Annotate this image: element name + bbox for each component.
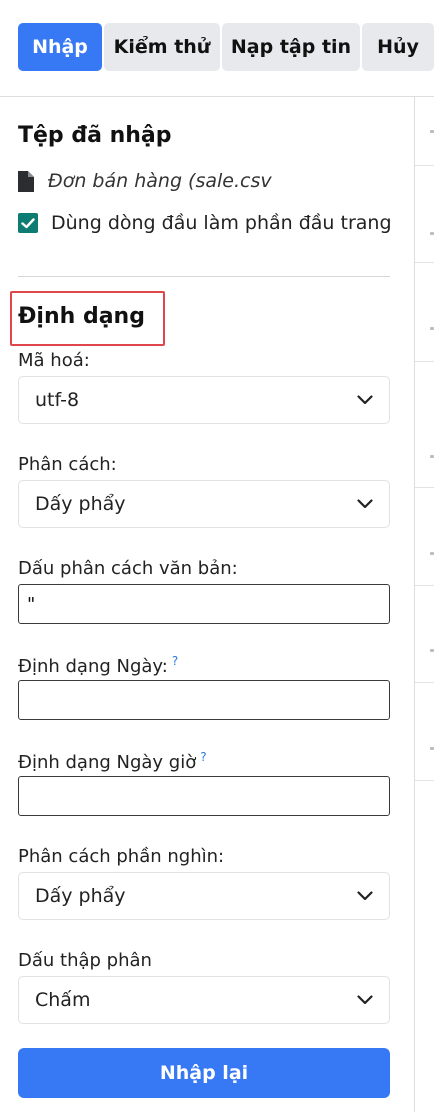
preview-row-line xyxy=(415,780,434,781)
separator-value: Dấy phẩy xyxy=(35,493,126,515)
file-icon xyxy=(18,170,34,192)
preview-row-line xyxy=(415,585,434,586)
preview-row-line xyxy=(415,361,434,362)
thousands-separator-value: Dấy phẩy xyxy=(35,885,126,907)
decimal-separator-value: Chấm xyxy=(35,989,91,1011)
chevron-down-icon xyxy=(357,995,373,1005)
preview-mark xyxy=(430,327,434,330)
datetime-format-input[interactable] xyxy=(18,776,390,816)
date-format-help-icon[interactable]: ? xyxy=(172,654,178,668)
use-first-row-label: Dùng dòng đầu làm phần đầu trang xyxy=(51,212,392,234)
date-format-input[interactable] xyxy=(18,680,390,720)
preview-area-edge xyxy=(415,97,434,1112)
reimport-button[interactable]: Nhập lại xyxy=(18,1048,390,1098)
datetime-format-label-text: Định dạng Ngày giờ xyxy=(18,752,197,773)
chevron-down-icon xyxy=(357,499,373,509)
date-format-label: Định dạng Ngày:? xyxy=(18,654,178,677)
test-button[interactable]: Kiểm thử xyxy=(104,23,220,71)
preview-mark xyxy=(430,130,434,133)
import-button[interactable]: Nhập xyxy=(18,23,102,71)
format-heading-highlight xyxy=(10,291,165,346)
separator-select[interactable]: Dấy phẩy xyxy=(18,480,390,528)
preview-mark xyxy=(430,455,434,458)
datetime-format-help-icon[interactable]: ? xyxy=(200,750,206,764)
section-divider xyxy=(18,276,390,277)
imported-file-row: Đơn bán hàng (sale.csv xyxy=(18,168,272,194)
thousands-separator-select[interactable]: Dấy phẩy xyxy=(18,872,390,920)
decimal-separator-select[interactable]: Chấm xyxy=(18,976,390,1024)
preview-row-line xyxy=(415,165,434,166)
toolbar-divider xyxy=(0,96,434,97)
datetime-format-label: Định dạng Ngày giờ? xyxy=(18,750,207,773)
check-icon xyxy=(21,217,35,228)
cancel-button[interactable]: Hủy xyxy=(362,23,434,71)
thousands-separator-label: Phân cách phần nghìn: xyxy=(18,846,225,867)
preview-mark xyxy=(430,649,434,652)
load-file-button[interactable]: Nạp tập tin xyxy=(222,23,360,71)
encoding-label: Mã hoá: xyxy=(18,350,90,371)
preview-row-line xyxy=(415,487,434,488)
encoding-select[interactable]: utf-8 xyxy=(18,376,390,424)
preview-row-line xyxy=(415,682,434,683)
use-first-row-option[interactable]: Dùng dòng đầu làm phần đầu trang xyxy=(18,209,392,237)
date-format-label-text: Định dạng Ngày: xyxy=(18,656,168,677)
encoding-value: utf-8 xyxy=(35,389,80,411)
top-toolbar: Nhập Kiểm thử Nạp tập tin Hủy xyxy=(0,0,434,96)
separator-label: Phân cách: xyxy=(18,454,117,475)
text-delimiter-label: Dấu phân cách văn bản: xyxy=(18,558,238,579)
preview-mark xyxy=(430,232,434,235)
file-name: Đơn bán hàng (sale.csv xyxy=(48,170,272,192)
decimal-separator-label: Dấu thập phân xyxy=(18,950,152,971)
chevron-down-icon xyxy=(357,891,373,901)
text-delimiter-input[interactable] xyxy=(18,584,390,624)
imported-file-heading: Tệp đã nhập xyxy=(18,123,172,148)
chevron-down-icon xyxy=(357,395,373,405)
preview-mark xyxy=(430,747,434,750)
preview-row-line xyxy=(415,262,434,263)
preview-mark xyxy=(430,552,434,555)
use-first-row-checkbox[interactable] xyxy=(18,213,38,233)
